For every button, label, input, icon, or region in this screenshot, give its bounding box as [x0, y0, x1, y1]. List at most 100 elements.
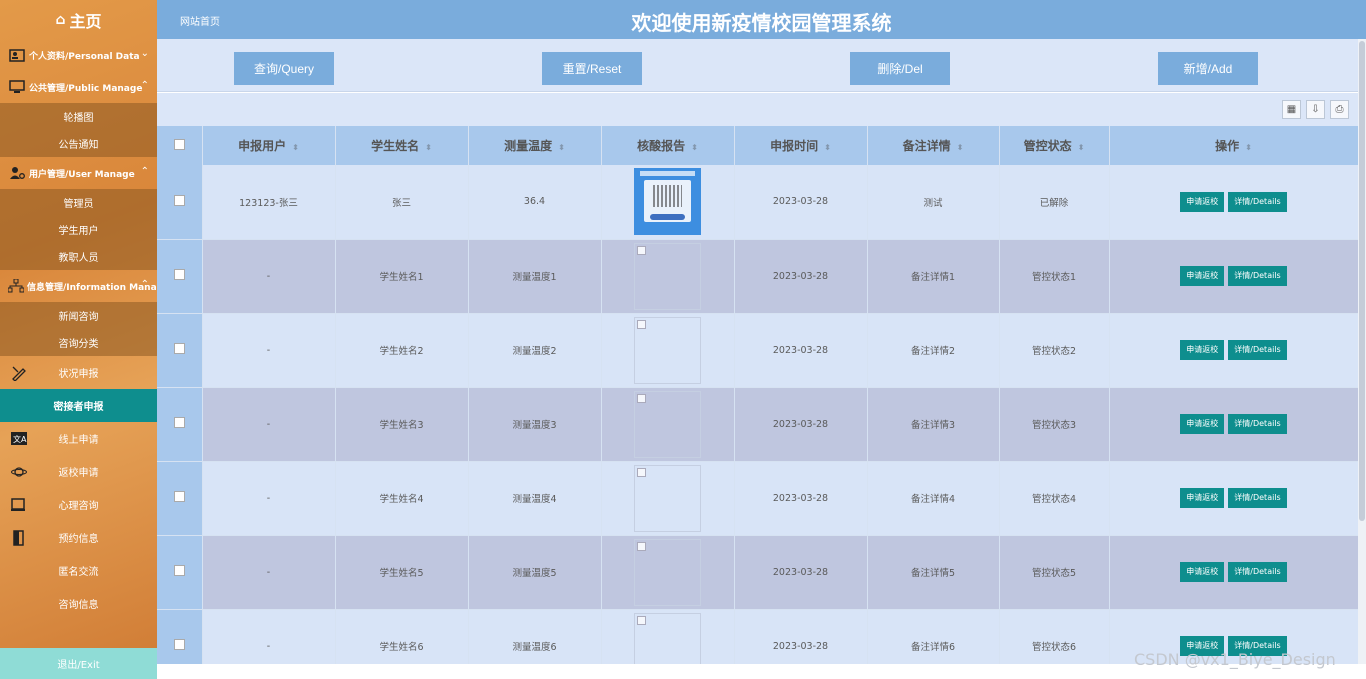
temperature-cell: 测量温度2: [468, 313, 602, 388]
chevron-up-icon: ⌃: [140, 279, 149, 290]
column-header[interactable]: 管控状态 ⬍: [999, 126, 1110, 165]
report-time-cell: 2023-03-28: [734, 239, 868, 314]
apply-return-button[interactable]: 申请返校: [1180, 414, 1225, 434]
details-button[interactable]: 详情/Details: [1228, 340, 1287, 360]
sidebar-item-carousel[interactable]: 轮播图: [0, 103, 157, 130]
sidebar-item-notice[interactable]: 公告通知: [0, 130, 157, 157]
sidebar-user-submenu: 管理员 学生用户 教职人员: [0, 189, 157, 270]
row-checkbox[interactable]: [173, 417, 185, 428]
details-button[interactable]: 详情/Details: [1228, 266, 1287, 286]
row-checkbox-cell[interactable]: [157, 609, 203, 664]
add-button[interactable]: 新增/Add: [1158, 52, 1258, 85]
sidebar-item-consult-info[interactable]: 咨询信息: [0, 587, 157, 620]
reset-button[interactable]: 重置/Reset: [542, 52, 642, 85]
remark-cell: 备注详情2: [867, 313, 1000, 388]
apply-return-button[interactable]: 申请返校: [1180, 191, 1225, 212]
column-header[interactable]: 申报用户 ⬍: [202, 126, 336, 165]
table-header-row: 申报用户 ⬍ 学生姓名 ⬍ 测量温度 ⬍ 核酸报告 ⬍ 申报时间 ⬍ 备注详情 ⬍ 管控状态…: [157, 126, 1358, 165]
apply-return-button[interactable]: 申请返校: [1180, 488, 1225, 508]
column-header[interactable]: 学生姓名 ⬍: [335, 126, 469, 165]
report-time-cell: 2023-03-28: [734, 535, 868, 610]
broken-image-icon: [634, 464, 701, 532]
row-checkbox[interactable]: [173, 565, 185, 576]
sidebar-group-info[interactable]: 信息管理/Information Manage ⌃: [0, 270, 157, 302]
row-checkbox-cell[interactable]: [157, 461, 203, 536]
row-checkbox[interactable]: [173, 491, 185, 502]
sitemap-icon: [8, 278, 24, 294]
sidebar-item-news[interactable]: 新闻咨询: [0, 302, 157, 329]
report-cell: [601, 461, 735, 536]
sidebar-item-online-apply[interactable]: 文A 线上申请: [0, 422, 157, 455]
actions-cell: 申请返校 详情/Details: [1109, 387, 1358, 462]
report-cell: [601, 239, 735, 314]
apply-return-button[interactable]: 申请返校: [1180, 562, 1225, 582]
sidebar-item-return-apply[interactable]: 返校申请: [0, 455, 157, 488]
print-icon[interactable]: ⎙: [1330, 100, 1349, 119]
sidebar-group-public[interactable]: 公共管理/Public Manage ⌃: [0, 71, 157, 103]
table-row: - 学生姓名5 测量温度5 2023-03-28 备注详情5 管控状态5 申请返校 详情/De…: [157, 535, 1358, 610]
select-all-checkbox-cell[interactable]: [157, 126, 203, 165]
user-card-icon: [8, 47, 26, 63]
details-button[interactable]: 详情/Details: [1228, 414, 1287, 434]
row-checkbox[interactable]: [173, 343, 185, 354]
remark-cell: 备注详情6: [867, 609, 1000, 664]
row-checkbox[interactable]: [173, 194, 185, 206]
sort-icon: ⬍: [558, 143, 565, 152]
delete-button[interactable]: 删除/Del: [850, 52, 950, 85]
select-all-checkbox[interactable]: [173, 138, 185, 150]
report-time-cell: 2023-03-28: [734, 461, 868, 536]
report-cell: [601, 609, 735, 664]
remark-cell: 备注详情1: [867, 239, 1000, 314]
row-checkbox-cell[interactable]: [157, 535, 203, 610]
row-checkbox[interactable]: [173, 269, 185, 280]
broken-image-icon: [634, 316, 701, 384]
sidebar-item-student[interactable]: 学生用户: [0, 216, 157, 243]
home-icon: ⌂: [55, 11, 66, 28]
chevron-up-icon: ⌃: [140, 80, 149, 91]
sidebar-home[interactable]: ⌂ 主页: [0, 0, 157, 39]
row-checkbox-cell[interactable]: [157, 313, 203, 388]
column-header[interactable]: 备注详情 ⬍: [867, 126, 1000, 165]
actions-cell: 申请返校 详情/Details: [1109, 313, 1358, 388]
sidebar-item-news-category[interactable]: 咨询分类: [0, 329, 157, 356]
row-checkbox-cell[interactable]: [157, 387, 203, 462]
sidebar-item-staff[interactable]: 教职人员: [0, 243, 157, 270]
sidebar-group-personal[interactable]: 个人资料/Personal Data ⌄: [0, 39, 157, 71]
report-cell: [601, 165, 735, 240]
nucleic-report-image[interactable]: [634, 168, 701, 236]
sidebar-item-admin[interactable]: 管理员: [0, 189, 157, 216]
sidebar-group-user[interactable]: 用户管理/User Manage ⌃: [0, 157, 157, 189]
scrollbar-thumb[interactable]: [1359, 41, 1365, 521]
column-header[interactable]: 申报时间 ⬍: [734, 126, 868, 165]
details-button[interactable]: 详情/Details: [1228, 562, 1287, 582]
row-checkbox-cell[interactable]: [157, 239, 203, 314]
sidebar-item-counseling[interactable]: 心理咨询: [0, 488, 157, 521]
sidebar-item-anonymous[interactable]: 匿名交流: [0, 554, 157, 587]
details-button[interactable]: 详情/Details: [1228, 191, 1287, 212]
sidebar-item-close-contact[interactable]: 密接者申报: [0, 389, 157, 422]
row-checkbox[interactable]: [173, 639, 185, 650]
table-row: - 学生姓名1 测量温度1 2023-03-28 备注详情1 管控状态1 申请返校 详情/De…: [157, 239, 1358, 314]
sidebar-item-appointment[interactable]: 预约信息: [0, 521, 157, 554]
apply-return-button[interactable]: 申请返校: [1180, 266, 1225, 286]
actions-cell: 申请返校 详情/Details: [1109, 461, 1358, 536]
student-name-cell: 张三: [335, 165, 469, 240]
query-button[interactable]: 查询/Query: [234, 52, 334, 85]
status-cell: 管控状态3: [999, 387, 1110, 462]
sidebar-item-status-report[interactable]: 状况申报: [0, 356, 157, 389]
actions-cell: 申请返校 详情/Details: [1109, 535, 1358, 610]
sort-icon: ⬍: [292, 143, 299, 152]
exit-button[interactable]: 退出/Exit: [0, 648, 157, 679]
column-header[interactable]: 核酸报告 ⬍: [601, 126, 735, 165]
apply-return-button[interactable]: 申请返校: [1180, 340, 1225, 360]
column-header[interactable]: 测量温度 ⬍: [468, 126, 602, 165]
details-button[interactable]: 详情/Details: [1228, 488, 1287, 508]
export-icon[interactable]: ⇩: [1306, 100, 1325, 119]
table-row: - 学生姓名2 测量温度2 2023-03-28 备注详情2 管控状态2 申请返校 详情/De…: [157, 313, 1358, 388]
sidebar-info-submenu: 新闻咨询 咨询分类: [0, 302, 157, 356]
row-checkbox-cell[interactable]: [157, 165, 203, 240]
columns-icon[interactable]: ▦: [1282, 100, 1301, 119]
reporter-cell: 123123-张三: [202, 165, 336, 240]
table-row: 123123-张三 张三 36.4 2023-03-28 测试 已解除 申请返校 详情/Det…: [157, 165, 1358, 240]
report-cell: [601, 387, 735, 462]
